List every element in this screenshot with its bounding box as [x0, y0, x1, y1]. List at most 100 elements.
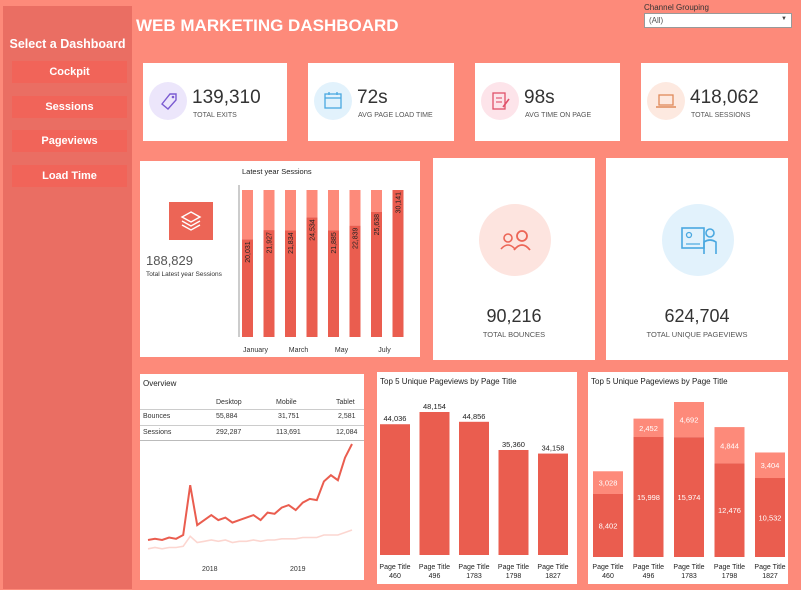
top5b-title: Top 5 Unique Pageviews by Page Title	[591, 377, 728, 386]
x-tick-label: 1783	[681, 573, 697, 580]
x-tick-label: 1827	[545, 573, 561, 580]
calendar-icon	[314, 82, 352, 120]
total-exits-card: 139,310 TOTAL EXITS	[143, 63, 287, 141]
unique-pageviews-value: 624,704	[664, 306, 730, 326]
divider	[140, 440, 364, 441]
data-label: 15,998	[637, 493, 660, 502]
load-time-button[interactable]: Load Time	[12, 165, 127, 187]
bar-remainder	[349, 190, 361, 226]
bar	[459, 421, 489, 555]
bar-remainder	[306, 190, 318, 218]
x-tick-label: 460	[389, 573, 401, 580]
top5-title: Top 5 Unique Pageviews by Page Title	[380, 377, 517, 386]
kpi-value: 98s	[524, 87, 555, 108]
top5-pageviews-stacked-card: Top 5 Unique Pageviews by Page Title 3,0…	[588, 372, 788, 584]
row-label-sessions: Sessions	[143, 429, 172, 436]
bar	[419, 412, 450, 555]
overview-card: Overview Desktop Mobile Tablet Bounces 5…	[140, 374, 364, 580]
data-label: 4,692	[680, 416, 699, 425]
data-label: 25,638	[374, 214, 381, 236]
x-tick-label: 1798	[722, 573, 738, 580]
pageviews-button[interactable]: Pageviews	[12, 130, 127, 152]
x-tick-label: 496	[429, 573, 441, 580]
bounces-label: TOTAL BOUNCES	[482, 330, 546, 339]
x-tick-label: January	[243, 347, 268, 354]
table-cell: 2,581	[338, 413, 356, 420]
total-unique-pageviews-card: 624,704 TOTAL UNIQUE PAGEVIEWS	[606, 158, 788, 360]
bar-remainder	[328, 190, 339, 231]
kpi-value: 418,062	[690, 87, 759, 108]
data-label: 48,154	[423, 402, 446, 411]
x-tick-2019: 2019	[290, 566, 306, 573]
data-label: 10,532	[759, 514, 782, 523]
presenter-icon	[662, 204, 734, 276]
x-tick-label: Page Title	[379, 564, 410, 571]
x-tick-label: Page Title	[633, 564, 664, 571]
x-tick-label: 1827	[762, 573, 778, 580]
divider	[140, 409, 364, 410]
series-line	[147, 443, 353, 542]
avg-time-on-page-card: 98s AVG TIME ON PAGE	[475, 63, 620, 141]
table-cell: 55,884	[216, 413, 238, 420]
data-label: 30,141	[396, 192, 403, 214]
sessions-button[interactable]: Sessions	[12, 96, 127, 118]
cockpit-button[interactable]: Cockpit	[12, 61, 127, 83]
x-tick-label: July	[378, 347, 391, 354]
x-tick-label: Page Title	[537, 564, 568, 571]
x-tick-label: March	[289, 347, 309, 354]
x-tick-label: Page Title	[754, 564, 785, 571]
latest-year-sessions-card: 188,829 Total Latest year Sessions Lates…	[140, 161, 420, 357]
kpi-label: TOTAL EXITS	[193, 112, 237, 119]
data-label: 3,028	[599, 479, 618, 488]
bounces-value: 90,216	[486, 306, 542, 326]
bar	[380, 424, 410, 555]
top5-stacked-bar-chart: 3,028 8,402 Page Title 460 2,452 15,998 Page T…	[592, 402, 786, 580]
table-cell: 292,287	[216, 429, 242, 436]
table-header-mobile: Mobile	[276, 399, 297, 406]
bar-remainder	[242, 190, 253, 240]
unique-pageviews-label: TOTAL UNIQUE PAGEVIEWS	[646, 330, 748, 339]
data-label: 22,839	[353, 228, 360, 250]
table-cell: 12,084	[336, 429, 358, 436]
total-bounces-card: 90,216 TOTAL BOUNCES	[433, 158, 595, 360]
data-label: 34,158	[542, 444, 565, 453]
kpi-value: 139,310	[192, 87, 261, 108]
table-header-tablet: Tablet	[336, 399, 355, 406]
data-label: 12,476	[718, 506, 741, 515]
x-tick-label: Page Title	[714, 564, 745, 571]
page-title: WEB MARKETING DASHBOARD	[136, 16, 399, 35]
latest-year-bar-chart: 20,031 21,927 21,834 24,534 21,885 22,839 25,6…	[238, 185, 404, 354]
row-label-bounces: Bounces	[143, 413, 171, 420]
x-tick-label: 460	[602, 573, 614, 580]
data-label: 44,036	[384, 414, 407, 423]
x-tick-label: Page Title	[673, 564, 704, 571]
data-label: 8,402	[599, 521, 618, 530]
kpi-value: 72s	[357, 87, 388, 108]
data-label: 21,834	[288, 232, 295, 254]
sidebar: Select a Dashboard Cockpit Sessions Page…	[3, 6, 132, 589]
latest-year-total-label: Total Latest year Sessions	[146, 271, 222, 278]
data-label: 21,885	[331, 232, 338, 254]
data-label: 15,974	[678, 493, 701, 502]
x-tick-label: Page Title	[419, 564, 450, 571]
data-label: 21,927	[267, 232, 274, 254]
data-label: 3,404	[761, 461, 780, 470]
sidebar-title: Select a Dashboard	[9, 37, 126, 51]
table-cell: 31,751	[278, 413, 300, 420]
kpi-label: TOTAL SESSIONS	[691, 112, 751, 119]
x-tick-2018: 2018	[202, 566, 218, 573]
top5-bar-chart: 44,036 Page Title 460 48,154 Page Title 496 44…	[379, 402, 568, 580]
channel-grouping-select[interactable]: (All) ▼	[644, 13, 792, 28]
chevron-down-icon: ▼	[781, 16, 787, 22]
x-tick-label: 1798	[506, 573, 522, 580]
document-edit-icon	[481, 82, 519, 120]
kpi-label: AVG PAGE LOAD TIME	[358, 112, 433, 119]
price-tag-icon	[149, 82, 187, 120]
data-label: 20,031	[245, 241, 252, 263]
data-label: 4,844	[720, 441, 739, 450]
data-label: 2,452	[639, 424, 658, 433]
bar	[498, 449, 529, 555]
x-tick-label: May	[335, 347, 349, 354]
filter-value: (All)	[649, 16, 664, 25]
data-label: 35,360	[502, 440, 525, 449]
